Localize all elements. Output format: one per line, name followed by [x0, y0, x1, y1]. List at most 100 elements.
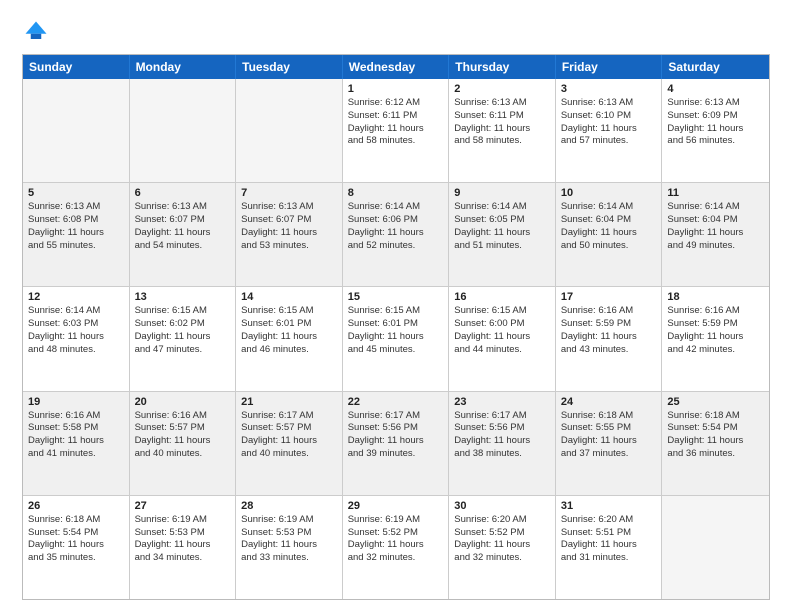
day-cell-28: 28Sunrise: 6:19 AMSunset: 5:53 PMDayligh…: [236, 496, 343, 599]
cell-info: Sunrise: 6:17 AMSunset: 5:57 PMDaylight:…: [241, 410, 337, 461]
day-cell-26: 26 Sunrise: 6:18 AMSunset: 5:54 PMDayligh…: [23, 496, 130, 599]
day-number: 6: [135, 187, 231, 199]
day-cell-31: 31 Sunrise: 6:20 AMSunset: 5:51 PMDayligh…: [556, 496, 663, 599]
day-number: 23: [454, 396, 550, 408]
day-number: 13: [135, 291, 231, 303]
day-number: 17: [561, 291, 657, 303]
day-cell-21: 21 Sunrise: 6:17 AMSunset: 5:57 PMDayligh…: [236, 392, 343, 495]
calendar-header: SundayMondayTuesdayWednesdayThursdayFrid…: [23, 55, 769, 79]
day-number: 30: [454, 500, 550, 512]
cell-info: Sunrise: 6:16 AMSunset: 5:59 PMDaylight:…: [561, 305, 657, 356]
day-cell-5: 5 Sunrise: 6:13 AMSunset: 6:08 PMDaylight…: [23, 183, 130, 286]
day-cell-18: 18 Sunrise: 6:16 AMSunset: 5:59 PMDayligh…: [662, 287, 769, 390]
header-cell-thursday: Thursday: [449, 55, 556, 79]
day-cell-12: 12Sunrise: 6:14 AMSunset: 6:03 PMDayligh…: [23, 287, 130, 390]
cell-info: Sunrise: 6:20 AMSunset: 5:51 PMDaylight:…: [561, 514, 657, 565]
day-number: 9: [454, 187, 550, 199]
day-cell-9: 9 Sunrise: 6:14 AMSunset: 6:05 PMDaylight…: [449, 183, 556, 286]
day-cell-27: 27Sunrise: 6:19 AMSunset: 5:53 PMDayligh…: [130, 496, 237, 599]
cell-info: Sunrise: 6:15 AMSunset: 6:01 PMDaylight:…: [348, 305, 444, 356]
empty-cell-0-1: [130, 79, 237, 182]
day-cell-24: 24 Sunrise: 6:18 AMSunset: 5:55 PMDayligh…: [556, 392, 663, 495]
day-cell-10: 10Sunrise: 6:14 AMSunset: 6:04 PMDayligh…: [556, 183, 663, 286]
header-cell-saturday: Saturday: [662, 55, 769, 79]
day-number: 3: [561, 83, 657, 95]
day-number: 5: [28, 187, 124, 199]
day-number: 24: [561, 396, 657, 408]
day-number: 8: [348, 187, 444, 199]
day-cell-25: 25Sunrise: 6:18 AMSunset: 5:54 PMDayligh…: [662, 392, 769, 495]
day-number: 31: [561, 500, 657, 512]
day-cell-13: 13 Sunrise: 6:15 AMSunset: 6:02 PMDayligh…: [130, 287, 237, 390]
day-cell-4: 4Sunrise: 6:13 AMSunset: 6:09 PMDaylight…: [662, 79, 769, 182]
cell-info: Sunrise: 6:13 AMSunset: 6:11 PMDaylight:…: [454, 97, 550, 148]
cell-info: Sunrise: 6:18 AMSunset: 5:54 PMDaylight:…: [28, 514, 124, 565]
logo-icon: [22, 18, 50, 46]
cell-info: Sunrise: 6:12 AMSunset: 6:11 PMDaylight:…: [348, 97, 444, 148]
day-number: 20: [135, 396, 231, 408]
cell-info: Sunrise: 6:14 AMSunset: 6:05 PMDaylight:…: [454, 201, 550, 252]
day-number: 19: [28, 396, 124, 408]
day-number: 21: [241, 396, 337, 408]
day-number: 7: [241, 187, 337, 199]
day-cell-22: 22 Sunrise: 6:17 AMSunset: 5:56 PMDayligh…: [343, 392, 450, 495]
cell-info: Sunrise: 6:14 AMSunset: 6:03 PMDaylight:…: [28, 305, 124, 356]
day-number: 22: [348, 396, 444, 408]
day-number: 2: [454, 83, 550, 95]
empty-cell-0-0: [23, 79, 130, 182]
cell-info: Sunrise: 6:13 AMSunset: 6:07 PMDaylight:…: [241, 201, 337, 252]
page: SundayMondayTuesdayWednesdayThursdayFrid…: [0, 0, 792, 612]
calendar: SundayMondayTuesdayWednesdayThursdayFrid…: [22, 54, 770, 600]
header-cell-wednesday: Wednesday: [343, 55, 450, 79]
cell-info: Sunrise: 6:17 AMSunset: 5:56 PMDaylight:…: [454, 410, 550, 461]
day-cell-11: 11 Sunrise: 6:14 AMSunset: 6:04 PMDayligh…: [662, 183, 769, 286]
cell-info: Sunrise: 6:14 AMSunset: 6:06 PMDaylight:…: [348, 201, 444, 252]
header-cell-friday: Friday: [556, 55, 663, 79]
day-cell-6: 6 Sunrise: 6:13 AMSunset: 6:07 PMDaylight…: [130, 183, 237, 286]
cell-info: Sunrise: 6:13 AMSunset: 6:08 PMDaylight:…: [28, 201, 124, 252]
day-cell-15: 15Sunrise: 6:15 AMSunset: 6:01 PMDayligh…: [343, 287, 450, 390]
day-cell-17: 17 Sunrise: 6:16 AMSunset: 5:59 PMDayligh…: [556, 287, 663, 390]
cell-info: Sunrise: 6:20 AMSunset: 5:52 PMDaylight:…: [454, 514, 550, 565]
day-cell-2: 2 Sunrise: 6:13 AMSunset: 6:11 PMDaylight…: [449, 79, 556, 182]
day-number: 27: [135, 500, 231, 512]
cell-info: Sunrise: 6:13 AMSunset: 6:10 PMDaylight:…: [561, 97, 657, 148]
day-cell-23: 23 Sunrise: 6:17 AMSunset: 5:56 PMDayligh…: [449, 392, 556, 495]
day-cell-30: 30 Sunrise: 6:20 AMSunset: 5:52 PMDayligh…: [449, 496, 556, 599]
logo: [22, 18, 54, 46]
day-cell-19: 19 Sunrise: 6:16 AMSunset: 5:58 PMDayligh…: [23, 392, 130, 495]
cell-info: Sunrise: 6:16 AMSunset: 5:59 PMDaylight:…: [667, 305, 764, 356]
day-number: 25: [667, 396, 764, 408]
day-number: 18: [667, 291, 764, 303]
cell-info: Sunrise: 6:18 AMSunset: 5:55 PMDaylight:…: [561, 410, 657, 461]
calendar-row-4: 26 Sunrise: 6:18 AMSunset: 5:54 PMDayligh…: [23, 495, 769, 599]
header-cell-sunday: Sunday: [23, 55, 130, 79]
day-cell-29: 29Sunrise: 6:19 AMSunset: 5:52 PMDayligh…: [343, 496, 450, 599]
day-number: 11: [667, 187, 764, 199]
day-number: 1: [348, 83, 444, 95]
day-cell-16: 16 Sunrise: 6:15 AMSunset: 6:00 PMDayligh…: [449, 287, 556, 390]
day-cell-14: 14Sunrise: 6:15 AMSunset: 6:01 PMDayligh…: [236, 287, 343, 390]
day-number: 10: [561, 187, 657, 199]
day-cell-7: 7 Sunrise: 6:13 AMSunset: 6:07 PMDaylight…: [236, 183, 343, 286]
calendar-row-3: 19 Sunrise: 6:16 AMSunset: 5:58 PMDayligh…: [23, 391, 769, 495]
cell-info: Sunrise: 6:19 AMSunset: 5:52 PMDaylight:…: [348, 514, 444, 565]
day-number: 28: [241, 500, 337, 512]
day-number: 14: [241, 291, 337, 303]
cell-info: Sunrise: 6:15 AMSunset: 6:02 PMDaylight:…: [135, 305, 231, 356]
day-cell-1: 1 Sunrise: 6:12 AMSunset: 6:11 PMDaylight…: [343, 79, 450, 182]
empty-cell-4-6: [662, 496, 769, 599]
day-cell-8: 8 Sunrise: 6:14 AMSunset: 6:06 PMDaylight…: [343, 183, 450, 286]
day-number: 16: [454, 291, 550, 303]
calendar-row-0: 1 Sunrise: 6:12 AMSunset: 6:11 PMDaylight…: [23, 79, 769, 182]
cell-info: Sunrise: 6:16 AMSunset: 5:58 PMDaylight:…: [28, 410, 124, 461]
cell-info: Sunrise: 6:17 AMSunset: 5:56 PMDaylight:…: [348, 410, 444, 461]
calendar-row-2: 12Sunrise: 6:14 AMSunset: 6:03 PMDayligh…: [23, 286, 769, 390]
day-number: 4: [667, 83, 764, 95]
calendar-row-1: 5 Sunrise: 6:13 AMSunset: 6:08 PMDaylight…: [23, 182, 769, 286]
cell-info: Sunrise: 6:14 AMSunset: 6:04 PMDaylight:…: [667, 201, 764, 252]
day-cell-3: 3 Sunrise: 6:13 AMSunset: 6:10 PMDaylight…: [556, 79, 663, 182]
cell-info: Sunrise: 6:15 AMSunset: 6:00 PMDaylight:…: [454, 305, 550, 356]
day-number: 26: [28, 500, 124, 512]
cell-info: Sunrise: 6:13 AMSunset: 6:07 PMDaylight:…: [135, 201, 231, 252]
